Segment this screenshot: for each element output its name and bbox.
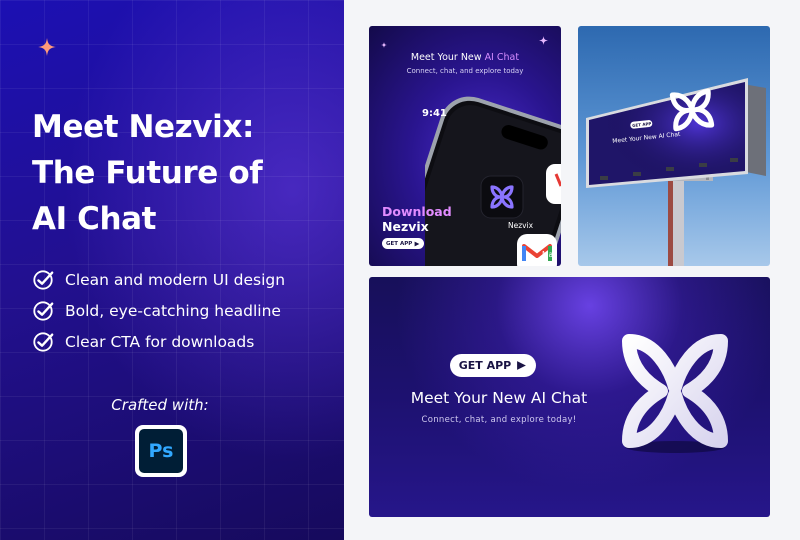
check-circle-icon — [33, 331, 54, 352]
banner-card: GET APP Meet Your New AI Chat Connect, c… — [369, 277, 770, 517]
feature-list: Clean and modern UI design Bold, eye-cat… — [32, 264, 285, 357]
feature-text: Clear CTA for downloads — [65, 332, 255, 351]
headline: Meet Nezvix: The Future of AI Chat — [32, 104, 332, 242]
play-icon — [517, 361, 527, 370]
banner-title: Meet Your New AI Chat — [410, 389, 588, 407]
photoshop-logo-text: Ps — [139, 429, 183, 473]
promo-panel: Meet Nezvix: The Future of AI Chat Clean… — [0, 0, 344, 540]
crafted-with-label: Crafted with: — [111, 396, 209, 414]
feature-text: Bold, eye-catching headline — [65, 301, 281, 320]
get-app-button[interactable]: GET APP — [382, 238, 425, 249]
card-title: Meet Your New AI Chat — [369, 52, 561, 63]
headline-line-1: Meet Nezvix: — [32, 109, 254, 145]
banner-subtitle: Connect, chat, and explore today! — [421, 415, 577, 425]
get-app-label: GET APP — [458, 359, 512, 372]
app-label-mail: Mail — [542, 250, 558, 259]
check-circle-icon — [33, 300, 54, 321]
phone-time: 9:41 — [422, 108, 447, 119]
download-cta: Download Nezvix — [382, 204, 472, 234]
headline-line-3: AI Chat — [32, 201, 157, 237]
check-circle-icon — [33, 269, 54, 290]
play-icon — [414, 241, 420, 246]
feature-item: Bold, eye-catching headline — [32, 295, 285, 326]
feature-item: Clear CTA for downloads — [32, 326, 285, 357]
feature-item: Clean and modern UI design — [32, 264, 285, 295]
get-app-label: GET APP — [386, 240, 413, 247]
sparkle-icon — [539, 36, 548, 45]
headline-line-2: The Future of — [32, 155, 263, 191]
feature-text: Clean and modern UI design — [65, 270, 286, 289]
phone-mockup-card: Meet Your New AI Chat Connect, chat, and… — [369, 26, 561, 266]
sparkle-icon — [381, 42, 387, 48]
app-label-nezvix: Nezvix — [508, 221, 534, 230]
nezvix-logo — [622, 334, 728, 453]
billboard-mockup-card: GET APP Meet Your New AI Chat — [578, 26, 770, 266]
photoshop-logo: Ps — [135, 425, 187, 477]
download-line-1: Download — [382, 204, 452, 219]
card-subtitle: Connect, chat, and explore today — [406, 67, 524, 75]
download-line-2: Nezvix — [382, 219, 429, 234]
billboard-illustration — [586, 78, 766, 266]
card-title-plain: Meet Your New — [410, 52, 485, 63]
get-app-button[interactable]: GET APP — [450, 354, 536, 377]
card-title-accent: AI Chat — [484, 52, 520, 63]
sparkle-icon — [38, 38, 56, 56]
